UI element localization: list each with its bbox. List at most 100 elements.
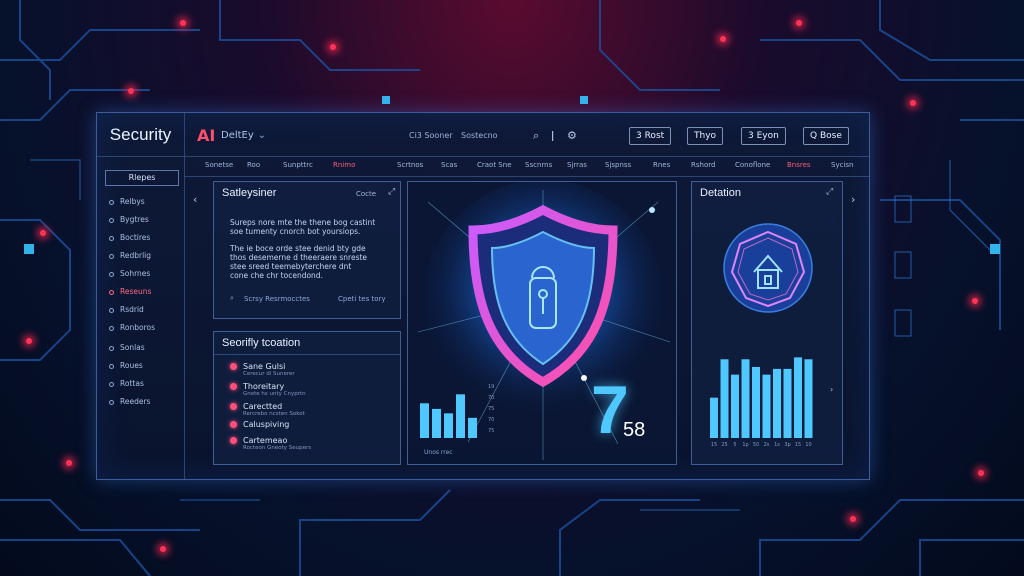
- event-item[interactable]: Thoreitary Gnete hs unty Cnyprtn: [230, 382, 306, 397]
- chevron-right-icon[interactable]: ›: [851, 193, 855, 206]
- nav-tab[interactable]: Craot Sne: [477, 161, 512, 169]
- top-bar: Security AI DeltEy ⌄ Ci3 Sooner Sostecno …: [97, 113, 869, 157]
- alert-dot-icon: [230, 363, 237, 370]
- toolbar-button[interactable]: Q Bose: [803, 127, 849, 145]
- panel-title: Seorifly tcoation: [222, 337, 301, 349]
- event-label: Cartemeao: [243, 436, 288, 445]
- search-icon[interactable]: ⌕: [533, 129, 539, 143]
- sidebar-item-label: Reseuns: [120, 287, 152, 296]
- alert-dot-icon: [230, 421, 237, 428]
- event-item[interactable]: Sane Gulsi Cerecur di Sunerer: [230, 362, 295, 377]
- nav-tab[interactable]: Sycisn: [831, 161, 853, 169]
- nav-tab[interactable]: Sonetse: [205, 161, 233, 169]
- glow-dot: [978, 470, 984, 476]
- sidebar-item-label: Boctires: [120, 233, 151, 242]
- top-mini-label[interactable]: Sostecno: [461, 131, 498, 140]
- chart-tick-label: 3p: [784, 442, 790, 448]
- chart-bar: [710, 397, 718, 438]
- nav-tab[interactable]: Sscnrns: [525, 161, 552, 169]
- nav-tab[interactable]: Sunpttrc: [283, 161, 313, 169]
- sidebar-item[interactable]: Rottas: [109, 379, 144, 388]
- emblem-ring: [723, 223, 813, 313]
- chevron-right-icon: ›: [830, 385, 833, 394]
- sidebar-item-active[interactable]: Reseuns: [109, 287, 151, 296]
- security-events-panel: Seorifly tcoation Sane Gulsi Cerecur di S…: [213, 331, 401, 465]
- chart-bar: [804, 359, 813, 438]
- panel-footer-link[interactable]: Cpeti tes tory: [338, 295, 386, 303]
- sidebar-item-label: Roues: [120, 361, 143, 370]
- glow-dot: [910, 100, 916, 106]
- glow-dot: [26, 338, 32, 344]
- sidebar-item[interactable]: Bygtres: [109, 215, 149, 224]
- nav-tab[interactable]: Bnsres: [787, 161, 811, 169]
- circle-icon: [109, 381, 114, 387]
- chart-bar: [773, 368, 781, 438]
- top-mini-label[interactable]: Ci3 Sooner: [409, 131, 453, 140]
- toolbar-button[interactable]: 3 Rost: [629, 127, 672, 145]
- event-label: Sane Gulsi: [243, 362, 286, 371]
- toolbar-button[interactable]: Thyo: [687, 127, 724, 145]
- sidebar-item[interactable]: Boctires: [109, 233, 150, 242]
- department-select[interactable]: DeltEy ⌄: [221, 130, 266, 141]
- info-icon[interactable]: ǀ: [551, 129, 554, 142]
- event-item[interactable]: Carectted Rercrebo ncsten Sokot: [230, 402, 305, 417]
- nav-tab[interactable]: Sjspnss: [605, 161, 631, 169]
- settings-icon[interactable]: ⚙: [567, 129, 577, 142]
- nav-tab[interactable]: Conoflone: [735, 161, 770, 169]
- chart-tick-label: 25: [721, 442, 727, 448]
- nav-tab[interactable]: Roo: [247, 161, 260, 169]
- main-window: Security AI DeltEy ⌄ Ci3 Sooner Sostecno …: [96, 112, 870, 480]
- nav-tab[interactable]: Rshord: [691, 161, 715, 169]
- sidebar-item-label: Relbys: [120, 197, 145, 206]
- chart-bar: [762, 374, 771, 438]
- chart-tick-label: 1s: [774, 442, 780, 448]
- chart-tick-label: 75: [488, 428, 494, 434]
- chart-tick-label: 2s: [764, 442, 770, 448]
- panel-footer-link[interactable]: Scrsy Resrmocctes: [244, 295, 310, 303]
- nav-tab[interactable]: Scrtnos: [397, 161, 423, 169]
- detection-panel: Detation ⤢ 15 25 5 1p 50 2s 1s 3p 15 10 ›: [691, 181, 843, 465]
- chevron-down-icon: ⌄: [257, 130, 267, 141]
- nav-bar: Sonetse Roo Sunpttrc Rnimo Scrtnos Scas …: [185, 157, 869, 177]
- sidebar-item[interactable]: Reeders: [109, 397, 150, 406]
- event-label: Thoreitary: [243, 382, 285, 391]
- divider: [214, 354, 400, 355]
- chart-bar: [468, 417, 477, 438]
- event-item[interactable]: Cartemeao Rocteon Gneoty Seupers: [230, 436, 311, 451]
- chevron-left-icon[interactable]: ‹: [193, 193, 197, 206]
- circle-icon: [109, 253, 114, 259]
- sidebar-item[interactable]: Rsdrid: [109, 305, 144, 314]
- sidebar-item[interactable]: Roues: [109, 361, 143, 370]
- chart-tick-label: 15: [795, 442, 801, 448]
- event-label: Caluspiving: [243, 420, 290, 429]
- circle-icon: [109, 363, 114, 369]
- event-sub: Rocteon Gneoty Seupers: [243, 445, 312, 451]
- department-label: DeltEy: [221, 130, 254, 141]
- sidebar-item-label: Ronboros: [120, 323, 155, 332]
- expand-icon[interactable]: ⤢: [388, 187, 395, 197]
- event-sub: Cerecur di Sunerer: [243, 371, 295, 377]
- chart-tick-label: 1p: [742, 442, 748, 448]
- nav-tab[interactable]: Sjrras: [567, 161, 587, 169]
- sparkle-icon: [581, 375, 587, 381]
- chart-tick-label: 75: [488, 406, 494, 412]
- panel-action[interactable]: Cocte: [356, 190, 376, 198]
- circle-icon: [109, 271, 114, 277]
- glow-dot: [180, 20, 186, 26]
- chart-bar: [420, 403, 429, 438]
- sidebar-item[interactable]: Ronboros: [109, 323, 155, 332]
- sidebar: Rlepes Relbys Bygtres Boctires Redbrlig …: [97, 157, 185, 479]
- toolbar-button[interactable]: 3 Eyon: [741, 127, 786, 145]
- event-item[interactable]: Caluspiving: [230, 420, 289, 429]
- chart-bar: [456, 394, 465, 438]
- sidebar-header[interactable]: Rlepes: [105, 170, 179, 186]
- sidebar-item[interactable]: Sohrnes: [109, 269, 150, 278]
- chart-bar: [752, 366, 760, 438]
- sidebar-item[interactable]: Relbys: [109, 197, 145, 206]
- nav-tab-active[interactable]: Rnimo: [333, 161, 355, 169]
- nav-tab[interactable]: Rnes: [653, 161, 670, 169]
- detection-visual: 15 25 5 1p 50 2s 1s 3p 15 10 ›: [710, 223, 833, 448]
- nav-tab[interactable]: Scas: [441, 161, 457, 169]
- sidebar-item[interactable]: Sonlas: [109, 343, 145, 352]
- sidebar-item[interactable]: Redbrlig: [109, 251, 151, 260]
